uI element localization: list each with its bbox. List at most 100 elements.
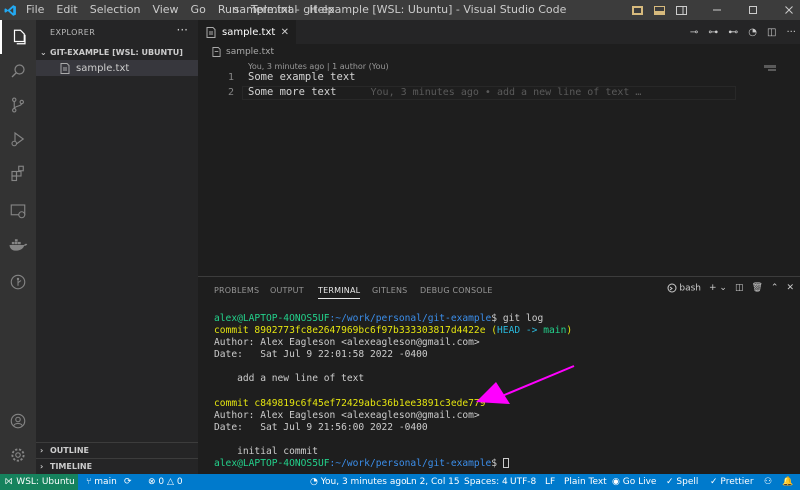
explorer-icon[interactable] [0,20,36,54]
remote-label: WSL: Ubuntu [16,477,75,487]
spell-check[interactable]: ✓ Spell [666,474,698,490]
notifications-icon[interactable]: 🔔 [782,474,793,490]
workspace-folder[interactable]: ⌄ GIT-EXAMPLE [WSL: UBUNTU] [36,44,198,60]
commit-hash: commit 8902773fc8e2647969bc6f97b33330381… [214,325,486,337]
file-item-sample-txt[interactable]: sample.txt [36,60,198,76]
tab-debug-console[interactable]: DEBUG CONSOLE [420,277,493,305]
minimize-icon[interactable] [706,0,728,20]
split-terminal-icon[interactable]: ◫ [735,283,744,293]
branch-indicator[interactable]: ⑂ main [86,474,117,490]
open-changes-icon[interactable]: ⊸ [690,27,698,38]
close-tab-icon[interactable]: ✕ [281,27,289,38]
menu-selection[interactable]: Selection [84,0,147,20]
branch-ref: main [543,325,567,337]
gitlens-icon[interactable] [0,265,36,299]
remote-explorer-icon[interactable] [0,194,36,228]
branch-name: main [94,477,117,487]
end-of-line[interactable]: LF [545,474,555,490]
tab-gitlens[interactable]: GITLENS [372,277,407,305]
close-icon[interactable] [778,0,800,20]
outline-section[interactable]: › OUTLINE [36,442,198,458]
go-live-label: Go Live [622,477,657,487]
editor-tabs: sample.txt ✕ ⊸ ⊶ ⊷ ◔ ◫ ··· [198,20,800,44]
docker-icon[interactable] [0,228,36,262]
terminal-line: initial commit [214,446,318,458]
extensions-icon[interactable] [0,156,36,190]
account-icon[interactable] [0,404,36,438]
settings-gear-icon[interactable] [0,438,36,472]
layout-sidebar-icon[interactable] [670,0,692,20]
language-mode[interactable]: Plain Text [564,474,607,490]
codelens-authors[interactable]: You, 3 minutes ago | 1 author (You) [248,62,389,71]
terminal-line: commit 8902773fc8e2647969bc6f97b33330381… [214,325,794,337]
text-file-icon [60,62,70,74]
title-bar: File Edit Selection View Go Run Terminal… [0,0,800,20]
code-line: Some more text You, 3 minutes ago • add a… [248,86,641,98]
cursor-position[interactable]: Ln 2, Col 15 [406,474,460,490]
terminal-profile[interactable]: bash [667,283,701,294]
search-icon[interactable] [0,54,36,88]
spell-label: Spell [676,477,699,487]
tab-label: sample.txt [222,26,276,38]
menu-view[interactable]: View [146,0,184,20]
terminal-command: git log [502,313,544,324]
menu-help[interactable]: Help [303,0,340,20]
new-terminal-icon[interactable]: + ⌄ [709,283,727,293]
sync-icon[interactable]: ⟳ [124,474,132,490]
check-icon: ✓ [666,477,674,487]
tab-terminal[interactable]: TERMINAL [318,277,361,299]
menu-run[interactable]: Run [212,0,245,20]
git-blame-status[interactable]: ◔ You, 3 minutes ago [310,474,407,490]
split-editor-icon[interactable]: ◫ [767,27,776,38]
branch-icon: ⑂ [86,477,92,487]
breadcrumb[interactable]: sample.txt [198,44,800,60]
timeline-section[interactable]: › TIMELINE [36,458,198,474]
line-number: 1 [227,72,234,83]
minimap[interactable] [764,65,776,68]
window-controls [626,0,800,20]
text-file-icon [212,47,221,57]
activity-bar [0,20,36,474]
chevron-down-icon: ⌄ [40,47,47,57]
layout-panel-icon[interactable] [648,0,670,20]
status-bar: ⨝ WSL: Ubuntu ⑂ main ⟳ ⊗ 0 △ 0 ◔ You, 3 … [0,474,800,490]
layout-icon[interactable] [626,0,648,20]
maximize-panel-icon[interactable]: ⌃ [771,283,779,293]
run-debug-icon[interactable] [0,122,36,156]
more-editor-actions-icon[interactable]: ··· [786,27,796,38]
encoding[interactable]: UTF-8 [510,474,536,490]
menu-file[interactable]: File [20,0,50,20]
remote-indicator[interactable]: ⨝ WSL: Ubuntu [0,474,78,490]
editor-actions: ⊸ ⊶ ⊷ ◔ ◫ ··· [690,20,796,44]
terminal-icon [667,283,676,293]
minimap-line [768,69,776,71]
tab-problems[interactable]: PROBLEMS [214,277,259,305]
problems-indicator[interactable]: ⊗ 0 △ 0 [148,474,183,490]
kill-terminal-icon[interactable]: 🗑 [751,283,762,293]
more-actions-icon[interactable]: ··· [177,23,188,37]
menu-edit[interactable]: Edit [50,0,83,20]
prettier-status[interactable]: ✓ Prettier [710,474,754,490]
close-panel-icon[interactable]: ✕ [786,283,794,293]
maximize-icon[interactable] [742,0,764,20]
go-live-button[interactable]: ◉ Go Live [612,474,656,490]
code-editor[interactable]: You, 3 minutes ago | 1 author (You) 1 2 … [198,60,800,276]
accounts-status-icon[interactable]: ⚇ [764,474,772,490]
error-count: 0 [158,477,165,487]
error-icon: ⊗ [148,477,156,487]
menu-terminal[interactable]: Terminal [245,0,304,20]
previous-commit-icon[interactable]: ⊶ [708,27,718,38]
menu-go[interactable]: Go [185,0,212,20]
file-item-label: sample.txt [76,62,130,74]
workspace-folder-label: GIT-EXAMPLE [WSL: UBUNTU] [50,47,183,57]
source-control-icon[interactable] [0,88,36,122]
tab-sample-txt[interactable]: sample.txt ✕ [198,20,296,44]
prompt-path: :~/work/personal/git-example [329,458,492,470]
indentation[interactable]: Spaces: 4 [464,474,508,490]
gitlens-toggle-icon[interactable]: ◔ [748,27,757,38]
tab-output[interactable]: OUTPUT [270,277,304,305]
next-commit-icon[interactable]: ⊷ [728,27,738,38]
breadcrumb-file: sample.txt [226,47,274,57]
prompt-symbol: $ [491,313,503,324]
sidebar-title: EXPLORER [50,27,96,37]
